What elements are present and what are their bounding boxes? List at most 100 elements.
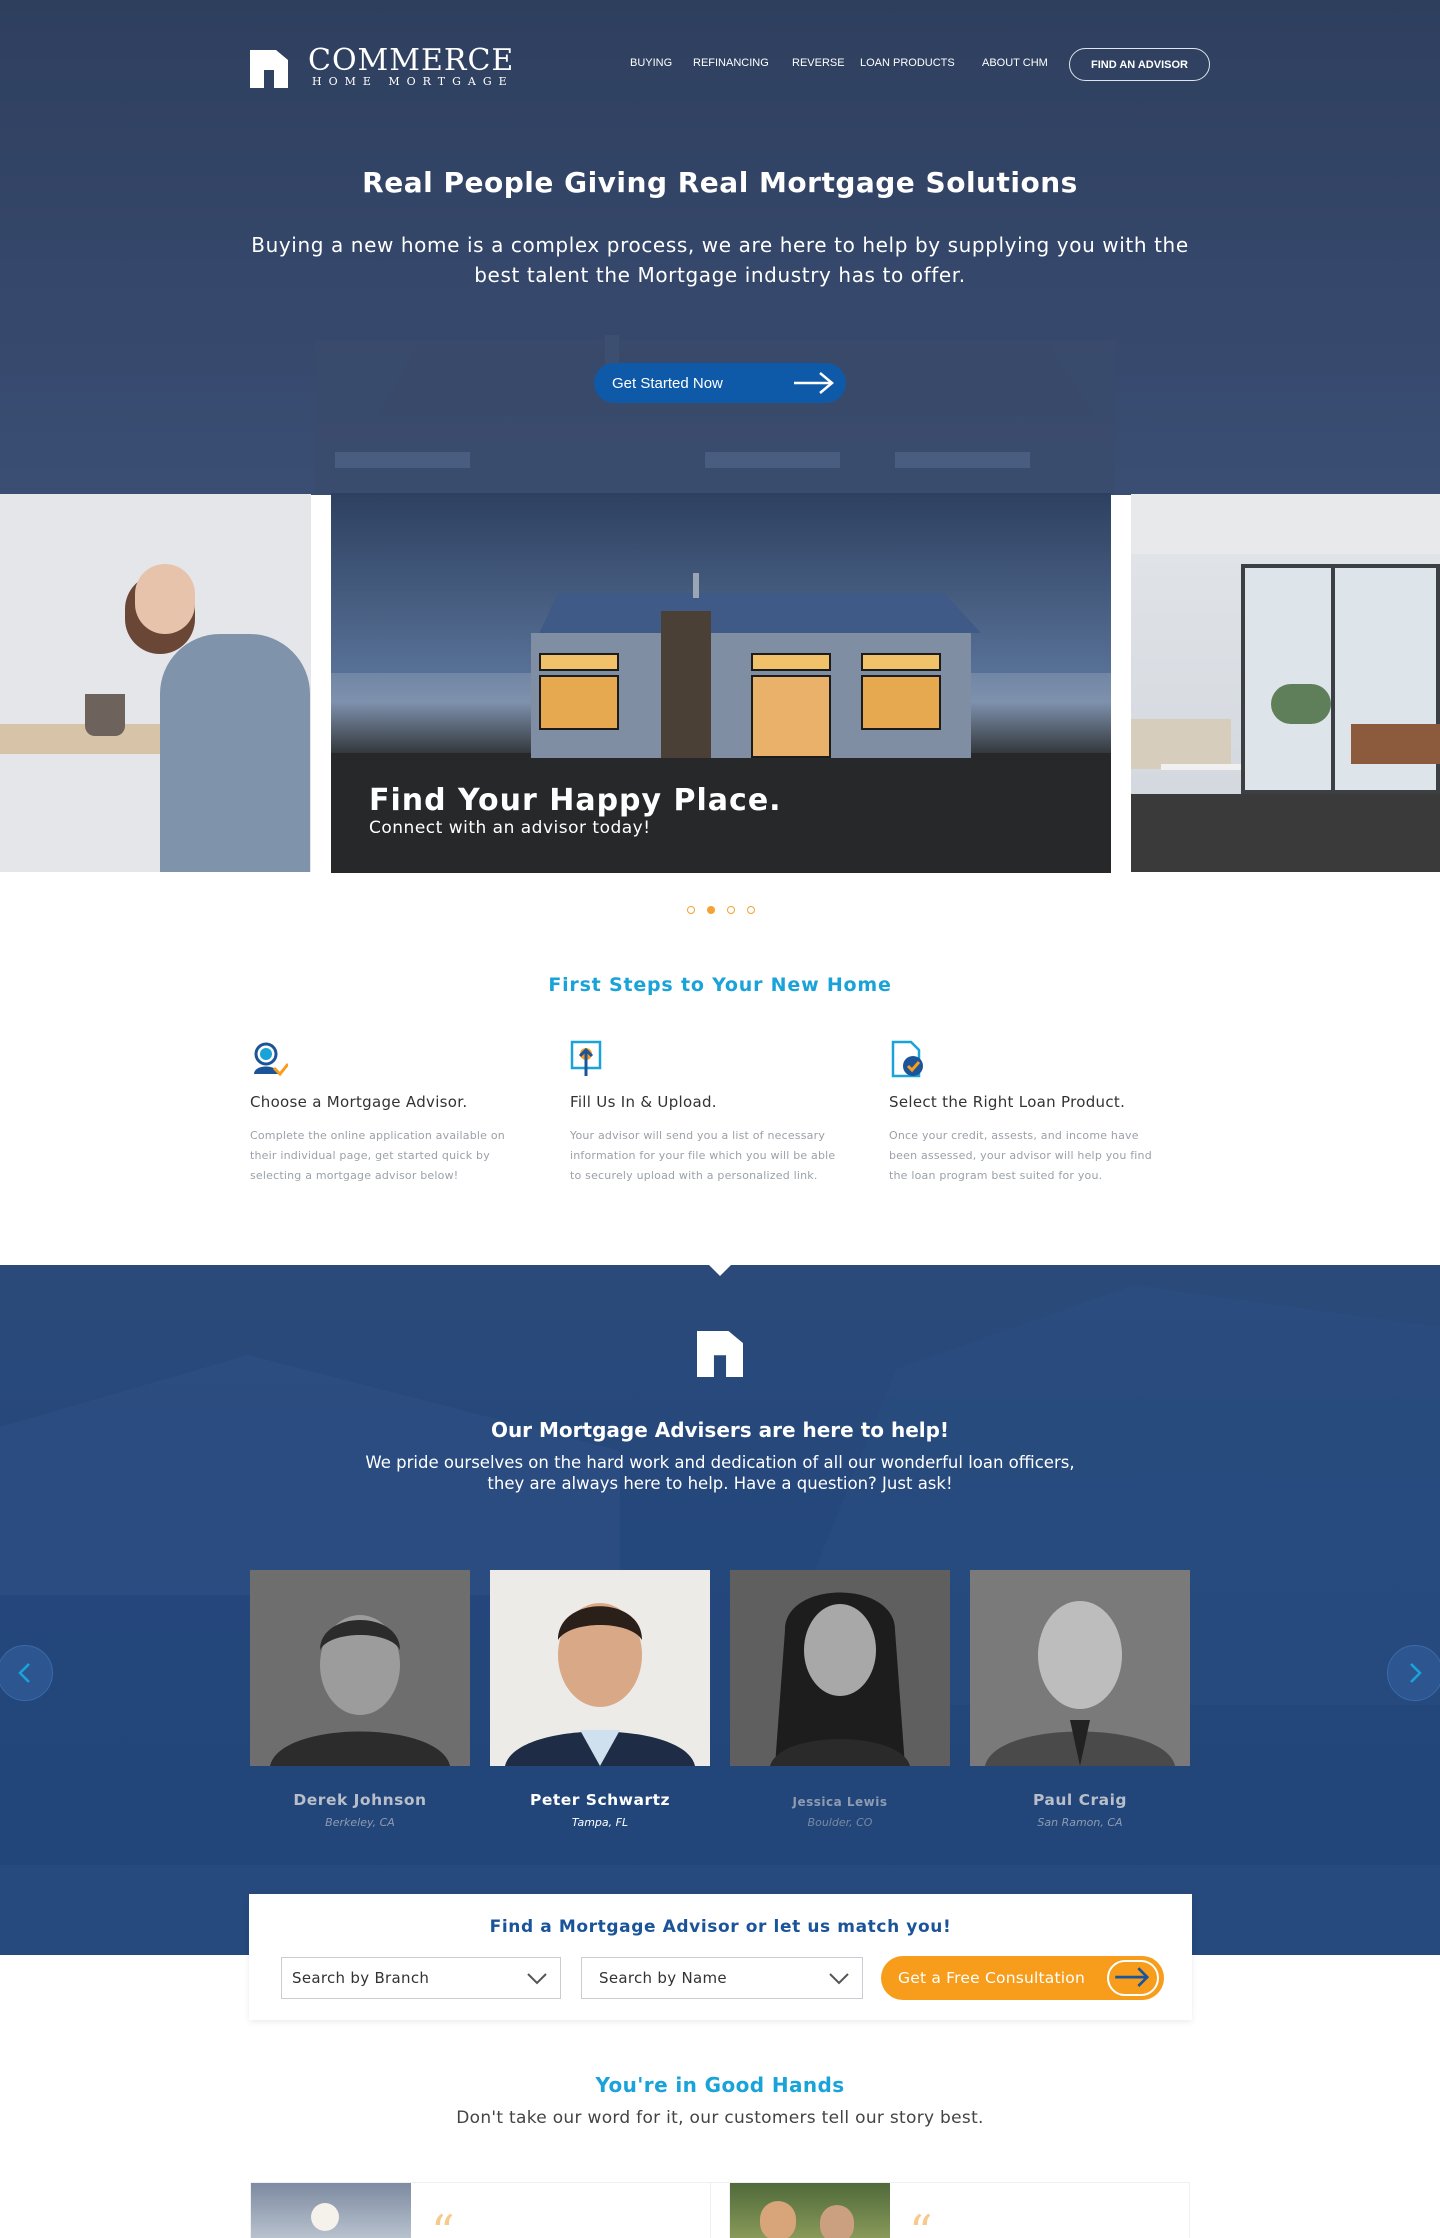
house-window (539, 653, 619, 671)
window-frame (1331, 564, 1335, 794)
brand-logo[interactable]: COMMERCE HOME MORTGAGE (250, 46, 520, 94)
house-window (539, 675, 619, 730)
get-started-label: Get Started Now (612, 374, 723, 392)
deck (1351, 724, 1440, 764)
advisors-next-button[interactable] (1387, 1645, 1440, 1701)
advisor-name[interactable]: Paul Craig (970, 1791, 1190, 1809)
name-select[interactable]: Search by Name (581, 1957, 863, 1999)
house-window (861, 653, 941, 671)
advisor-name[interactable]: Derek Johnson (250, 1791, 470, 1809)
advisor-card[interactable] (970, 1570, 1190, 1766)
brand-tagline: HOME MORTGAGE (312, 75, 514, 88)
sun (311, 2203, 339, 2231)
person-face (760, 2201, 796, 2238)
step-body: Complete the online application availabl… (250, 1129, 505, 1182)
get-started-button[interactable]: Get Started Now (594, 363, 846, 403)
document-check-icon (891, 1040, 923, 1078)
carousel-dot-active[interactable] (707, 906, 715, 914)
slide-subtitle: Connect with an advisor today! (369, 818, 651, 838)
carousel-dot[interactable] (747, 906, 755, 914)
house-door (751, 675, 831, 758)
quote-mark-icon: “ (909, 2205, 933, 2238)
chevron-down-icon (527, 1973, 547, 1985)
quote-mark-icon: “ (431, 2205, 455, 2238)
house-logo-icon (250, 50, 288, 88)
step-body: Once your credit, assests, and income ha… (889, 1129, 1152, 1182)
advisors-subtitle: We pride ourselves on the hard work and … (365, 1453, 1075, 1493)
house-roof (539, 593, 981, 633)
carousel-slide-active[interactable]: Find Your Happy Place. Connect with an a… (331, 493, 1111, 873)
carousel-dot[interactable] (687, 906, 695, 914)
search-title: Find a Mortgage Advisor or let us match … (489, 1917, 952, 1937)
floor (1131, 794, 1440, 872)
chimney-pipe (693, 573, 699, 598)
testimonial-photo (730, 2183, 890, 2238)
advisors-title: Our Mortgage Advisers are here to help! (490, 1418, 950, 1442)
testimonials-subtitle: Don't take our word for it, our customer… (456, 2108, 984, 2128)
advisor-location: Boulder, CO (807, 1816, 873, 1829)
advisor-photo (730, 1570, 950, 1766)
section-notch (708, 1264, 732, 1276)
nav-loan-products[interactable]: LOAN PRODUCTS (860, 57, 955, 69)
upload-icon (570, 1040, 602, 1076)
step-title: Select the Right Loan Product. (889, 1093, 1126, 1111)
coffee-table (1161, 764, 1241, 770)
advisor-location: Tampa, FL (571, 1816, 629, 1829)
free-consultation-label: Get a Free Consultation (898, 1969, 1085, 1987)
carousel-slide-next[interactable] (1131, 494, 1440, 872)
testimonial-card: “ (710, 2182, 1190, 2238)
ceiling (1131, 494, 1440, 554)
advisor-photo (490, 1570, 710, 1766)
arrow-right-icon (1107, 1960, 1159, 1996)
sofa (1131, 719, 1231, 769)
testimonial-photo (251, 2183, 411, 2238)
hero-title: Real People Giving Real Mortgage Solutio… (362, 166, 1078, 199)
step-title: Fill Us In & Upload. (570, 1093, 717, 1111)
advisor-name[interactable]: Peter Schwartz (490, 1791, 710, 1809)
advisor-location: Berkeley, CA (325, 1816, 395, 1829)
hero-house-window (705, 452, 840, 468)
chevron-right-icon (1410, 1663, 1422, 1683)
coffee-mug (85, 694, 125, 736)
branch-select[interactable]: Search by Branch (281, 1957, 561, 1999)
steps-title: First Steps to Your New Home (548, 974, 892, 996)
person-shirt (160, 634, 310, 872)
advisor-search-panel: Find a Mortgage Advisor or let us match … (249, 1894, 1192, 2020)
nav-buying[interactable]: BUYING (630, 57, 672, 69)
person-face (135, 564, 195, 634)
house-window (861, 675, 941, 730)
advisor-card[interactable] (730, 1570, 950, 1766)
advisor-name[interactable]: Jessica Lewis (730, 1795, 950, 1809)
house-logo-icon (697, 1331, 743, 1377)
chevron-left-icon (18, 1663, 30, 1683)
hero-subtitle: Buying a new home is a complex process, … (251, 233, 1189, 287)
branch-select-value: Search by Branch (292, 1969, 430, 1987)
slide-title: Find Your Happy Place. (369, 783, 782, 818)
advisor-card-active[interactable] (490, 1570, 710, 1766)
house-window (751, 653, 831, 671)
find-advisor-button[interactable]: FIND AN ADVISOR (1069, 48, 1210, 81)
advisor-location: San Ramon, CA (1037, 1816, 1123, 1829)
carousel-slide-prev[interactable] (0, 494, 311, 872)
advisor-photo (970, 1570, 1190, 1766)
brand-name: COMMERCE (308, 43, 515, 78)
nav-about[interactable]: ABOUT CHM (982, 57, 1048, 69)
hero-house-window (895, 452, 1030, 468)
nav-reverse[interactable]: REVERSE (792, 57, 845, 69)
carousel-dot[interactable] (727, 906, 735, 914)
advisor-card[interactable] (250, 1570, 470, 1766)
advisor-headset-icon (254, 1042, 288, 1077)
arrow-right-icon (794, 372, 834, 394)
step-body: Your advisor will send you a list of nec… (570, 1129, 836, 1182)
tree (1271, 684, 1331, 724)
free-consultation-button[interactable]: Get a Free Consultation (881, 1956, 1164, 2000)
chevron-down-icon (829, 1973, 849, 1985)
testimonials-title: You're in Good Hands (595, 2073, 845, 2097)
hero-house-chimney (605, 335, 619, 365)
testimonial-card: “ (250, 2182, 730, 2238)
house-chimney (661, 611, 711, 758)
name-select-value: Search by Name (599, 1969, 727, 1987)
nav-refinancing[interactable]: REFINANCING (693, 57, 769, 69)
hero-section: COMMERCE HOME MORTGAGE BUYING REFINANCIN… (0, 0, 1440, 495)
person-face (820, 2205, 854, 2238)
